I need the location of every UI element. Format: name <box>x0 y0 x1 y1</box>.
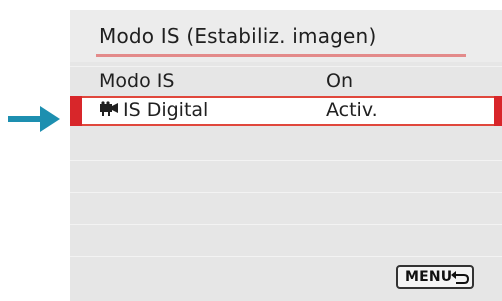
menu-item-label-wrap: IS Digital <box>99 99 208 121</box>
row-divider <box>70 160 502 161</box>
camera-screen: Modo IS (Estabiliz. imagen) Modo IS On I… <box>0 0 502 301</box>
menu-panel: Modo IS (Estabiliz. imagen) Modo IS On I… <box>70 10 502 301</box>
back-arrow-icon <box>451 271 470 284</box>
menu-item-value: Activ. <box>326 99 378 121</box>
selection-marker <box>70 96 82 126</box>
menu-back-button[interactable]: MENU <box>396 265 474 289</box>
menu-item-label: Modo IS <box>99 70 175 92</box>
menu-item-modo-is[interactable]: Modo IS On <box>70 66 502 96</box>
pointer-arrow-icon <box>8 106 60 132</box>
menu-button-label: MENU <box>405 269 453 285</box>
selection-marker-right <box>494 96 502 126</box>
row-divider <box>70 192 502 193</box>
row-divider <box>70 224 502 225</box>
header-divider <box>96 54 466 57</box>
menu-header: Modo IS (Estabiliz. imagen) <box>70 10 502 62</box>
menu-item-is-digital[interactable]: IS Digital Activ. <box>70 96 502 126</box>
row-divider <box>70 256 502 257</box>
menu-item-value: On <box>326 70 353 92</box>
movie-icon <box>100 101 118 116</box>
menu-item-label: IS Digital <box>123 99 209 121</box>
page-title: Modo IS (Estabiliz. imagen) <box>99 24 377 48</box>
